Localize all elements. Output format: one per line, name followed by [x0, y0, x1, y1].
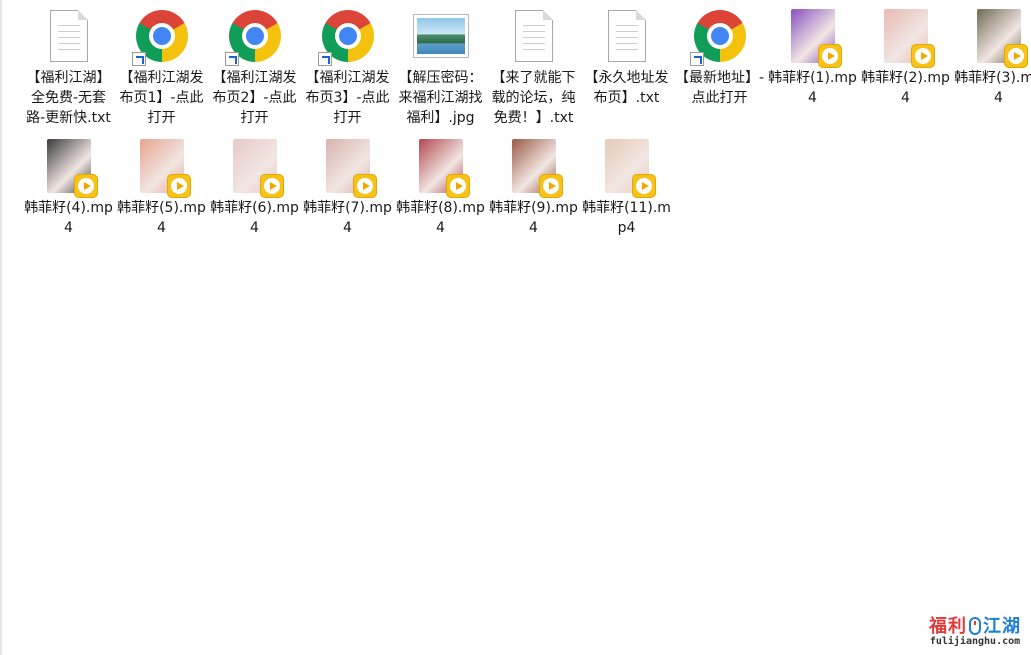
file-row-2: 韩菲籽(4).mp4 韩菲籽(5).mp4 韩菲籽(6).mp4 韩菲籽(7).mp4…	[22, 134, 1031, 238]
file-name-label: 【福利江湖发布页1】-点此打开	[119, 70, 204, 126]
play-badge-icon	[74, 175, 97, 197]
play-badge-icon	[1004, 45, 1027, 67]
file-item[interactable]: 【最新地址】-点此打开	[673, 4, 766, 128]
file-name-label: 韩菲籽(8).mp4	[396, 200, 485, 236]
file-item[interactable]: 韩菲籽(7).mp4	[301, 134, 394, 238]
file-name-label: 【解压密码：来福利江湖找福利】.jpg	[398, 70, 483, 126]
file-name-label: 韩菲籽(5).mp4	[117, 200, 206, 236]
file-name-label: 【福利江湖】全免费-无套路-更新快.txt	[26, 70, 111, 126]
video-thumbnail-icon	[409, 134, 473, 198]
file-item[interactable]: 【来了就能下载的论坛，纯免费！】.txt	[487, 4, 580, 128]
chrome-shortcut-icon	[316, 4, 380, 68]
shortcut-arrow-icon	[131, 52, 146, 66]
file-item[interactable]: 韩菲籽(1).mp4	[766, 4, 859, 128]
file-name-label: 韩菲籽(1).mp4	[768, 70, 857, 106]
file-item[interactable]: 【福利江湖发布页2】-点此打开	[208, 4, 301, 128]
file-item[interactable]: 韩菲籽(11).mp4	[580, 134, 673, 238]
watermark-logo: 福利 江湖	[929, 612, 1021, 638]
shortcut-arrow-icon	[689, 52, 704, 66]
file-name-label: 韩菲籽(9).mp4	[489, 200, 578, 236]
video-thumbnail-icon	[223, 134, 287, 198]
file-item[interactable]: 【福利江湖发布页1】-点此打开	[115, 4, 208, 128]
file-item[interactable]: 【福利江湖】全免费-无套路-更新快.txt	[22, 4, 115, 128]
play-badge-icon	[260, 175, 283, 197]
video-thumbnail-icon	[967, 4, 1031, 68]
video-thumbnail-icon	[316, 134, 380, 198]
file-row-1: 【福利江湖】全免费-无套路-更新快.txt 【福利江湖发布页1】-点此打开 【福利江…	[22, 4, 1031, 128]
play-badge-icon	[167, 175, 190, 197]
text-document-icon	[502, 4, 566, 68]
shortcut-arrow-icon	[224, 52, 239, 66]
text-document-icon	[595, 4, 659, 68]
watermark-url: fulijianghu.com	[929, 636, 1021, 647]
mouse-icon	[969, 617, 981, 635]
shortcut-arrow-icon	[317, 52, 332, 66]
chrome-shortcut-icon	[688, 4, 752, 68]
file-name-label: 【最新地址】-点此打开	[674, 70, 765, 106]
file-item[interactable]: 韩菲籽(6).mp4	[208, 134, 301, 238]
text-document-icon	[37, 4, 101, 68]
file-grid: 【福利江湖】全免费-无套路-更新快.txt 【福利江湖发布页1】-点此打开 【福利江…	[22, 4, 1031, 238]
play-badge-icon	[353, 175, 376, 197]
file-item[interactable]: 【福利江湖发布页3】-点此打开	[301, 4, 394, 128]
play-badge-icon	[446, 175, 469, 197]
file-name-label: 【福利江湖发布页2】-点此打开	[212, 70, 297, 126]
video-thumbnail-icon	[37, 134, 101, 198]
file-item[interactable]: 韩菲籽(9).mp4	[487, 134, 580, 238]
file-item[interactable]: 韩菲籽(8).mp4	[394, 134, 487, 238]
play-badge-icon	[818, 45, 841, 67]
file-name-label: 韩菲籽(7).mp4	[303, 200, 392, 236]
video-thumbnail-icon	[502, 134, 566, 198]
play-badge-icon	[911, 45, 934, 67]
video-thumbnail-icon	[595, 134, 659, 198]
video-thumbnail-icon	[874, 4, 938, 68]
file-item[interactable]: 韩菲籽(2).mp4	[859, 4, 952, 128]
watermark-text-left: 福利	[929, 616, 967, 637]
file-name-label: 【永久地址发布页】.txt	[584, 70, 669, 106]
chrome-shortcut-icon	[130, 4, 194, 68]
file-name-label: 韩菲籽(2).mp4	[861, 70, 950, 106]
file-item[interactable]: 韩菲籽(4).mp4	[22, 134, 115, 238]
chrome-shortcut-icon	[223, 4, 287, 68]
file-name-label: 韩菲籽(11).mp4	[582, 200, 671, 236]
play-badge-icon	[632, 175, 655, 197]
file-item[interactable]: 【永久地址发布页】.txt	[580, 4, 673, 128]
window-left-border	[0, 0, 2, 655]
file-item[interactable]: 【解压密码：来福利江湖找福利】.jpg	[394, 4, 487, 128]
file-name-label: 韩菲籽(6).mp4	[210, 200, 299, 236]
site-watermark: 福利 江湖 fulijianghu.com	[929, 612, 1021, 647]
file-item[interactable]: 韩菲籽(5).mp4	[115, 134, 208, 238]
file-name-label: 【来了就能下载的论坛，纯免费！】.txt	[491, 70, 576, 126]
video-thumbnail-icon	[130, 134, 194, 198]
file-name-label: 韩菲籽(3).mp4	[954, 70, 1031, 106]
file-name-label: 【福利江湖发布页3】-点此打开	[305, 70, 390, 126]
watermark-text-right: 江湖	[983, 616, 1021, 637]
file-name-label: 韩菲籽(4).mp4	[24, 200, 113, 236]
file-item[interactable]: 韩菲籽(3).mp4	[952, 4, 1031, 128]
video-thumbnail-icon	[781, 4, 845, 68]
play-badge-icon	[539, 175, 562, 197]
image-file-icon	[409, 4, 473, 68]
